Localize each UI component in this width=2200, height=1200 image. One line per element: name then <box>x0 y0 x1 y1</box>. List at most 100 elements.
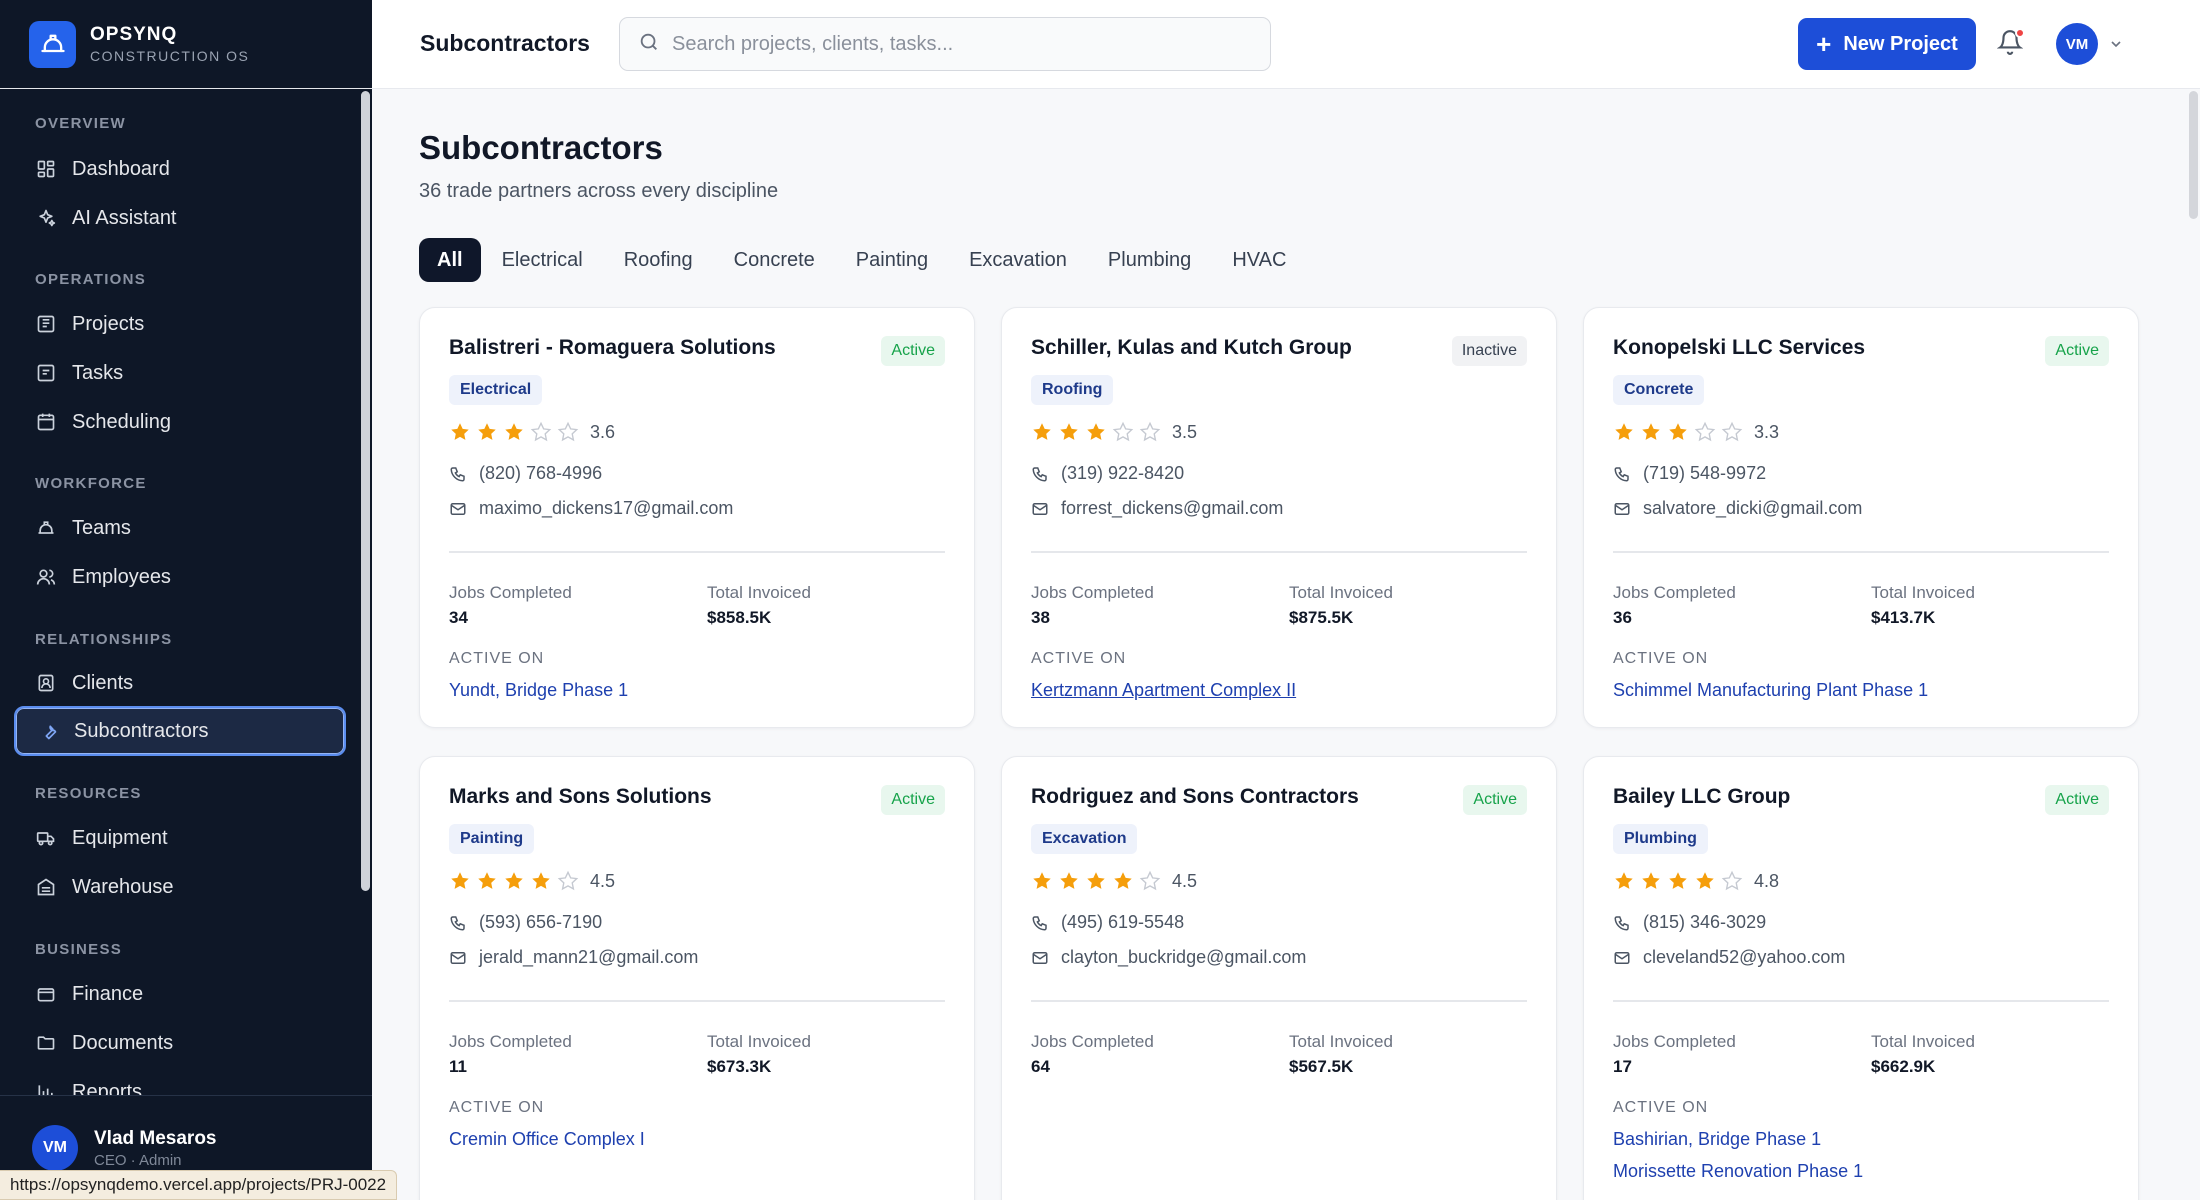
sidebar-item-teams[interactable]: Teams <box>14 503 346 553</box>
user-name: Vlad Mesaros <box>94 1127 217 1149</box>
email-address[interactable]: salvatore_dicki@gmail.com <box>1643 498 1862 519</box>
sidebar-item-tasks[interactable]: Tasks <box>14 348 346 398</box>
sidebar-item-subcontractors[interactable]: Subcontractors <box>14 706 346 756</box>
active-on-label: ACTIVE ON <box>449 1099 545 1116</box>
jobs-completed-value: 38 <box>1031 608 1050 627</box>
sidebar-item-label: Projects <box>72 312 145 335</box>
brand[interactable]: OPSYNQ CONSTRUCTION OS <box>0 0 372 89</box>
main-scrollbar[interactable] <box>2189 91 2198 219</box>
email-row: jerald_mann21@gmail.com <box>449 947 698 968</box>
account-avatar[interactable]: VM <box>2056 23 2098 65</box>
email-address[interactable]: maximo_dickens17@gmail.com <box>479 498 733 519</box>
search-input[interactable] <box>672 32 1232 56</box>
sidebar-item-label: AI Assistant <box>72 206 177 229</box>
subcontractor-card[interactable]: Rodriguez and Sons Contractors Active Ex… <box>1001 756 1557 1200</box>
active-project-link[interactable]: Kertzmann Apartment Complex II <box>1031 680 1296 701</box>
active-on-label: ACTIVE ON <box>1613 650 1709 667</box>
tab-electrical[interactable]: Electrical <box>482 238 603 282</box>
sidebar-item-projects[interactable]: Projects <box>14 299 346 349</box>
jobs-completed-value: 34 <box>449 608 468 627</box>
card-divider <box>1613 551 2109 553</box>
subcontractor-card[interactable]: Marks and Sons Solutions Active Painting… <box>419 756 975 1200</box>
active-on-label: ACTIVE ON <box>1031 650 1127 667</box>
tab-plumbing[interactable]: Plumbing <box>1088 238 1211 282</box>
sidebar-item-documents[interactable]: Documents <box>14 1018 346 1068</box>
active-project-link[interactable]: Morissette Renovation Phase 1 <box>1613 1161 1863 1182</box>
phone-number[interactable]: (719) 548-9972 <box>1643 463 1766 484</box>
active-project-link[interactable]: Schimmel Manufacturing Plant Phase 1 <box>1613 680 1928 701</box>
sidebar-item-reports[interactable]: Reports <box>14 1067 346 1095</box>
phone-number[interactable]: (815) 346-3029 <box>1643 912 1766 933</box>
rating-value: 3.6 <box>590 421 616 442</box>
subcontractor-card[interactable]: Konopelski LLC Services Active Concrete … <box>1583 307 2139 728</box>
sidebar-item-label: Tasks <box>72 361 124 384</box>
subcontractor-name[interactable]: Marks and Sons Solutions <box>449 785 712 809</box>
star-icon <box>1721 870 1748 892</box>
sidebar-item-employees[interactable]: Employees <box>14 552 346 602</box>
jobs-completed-value: 17 <box>1613 1057 1632 1076</box>
star-icon <box>1112 870 1139 892</box>
search-box[interactable] <box>619 17 1271 71</box>
star-icon <box>1694 421 1721 443</box>
rating: 4.8 <box>1613 870 1779 892</box>
tab-roofing[interactable]: Roofing <box>604 238 713 282</box>
email-row: cleveland52@yahoo.com <box>1613 947 1845 968</box>
active-on-label: ACTIVE ON <box>1613 1099 1709 1116</box>
star-icon <box>1139 870 1166 892</box>
phone-icon <box>1031 465 1061 483</box>
card-divider <box>449 1000 945 1002</box>
rating: 3.5 <box>1031 421 1197 443</box>
sidebar-item-clients[interactable]: Clients <box>14 658 346 708</box>
sidebar-item-warehouse[interactable]: Warehouse <box>14 862 346 912</box>
notifications-button[interactable] <box>1996 28 2025 58</box>
phone-number[interactable]: (495) 619-5548 <box>1061 912 1184 933</box>
subcontractor-name[interactable]: Rodriguez and Sons Contractors <box>1031 785 1359 809</box>
section-label-overview: OVERVIEW <box>35 114 126 132</box>
subcontractor-name[interactable]: Schiller, Kulas and Kutch Group <box>1031 336 1352 360</box>
tab-painting[interactable]: Painting <box>836 238 948 282</box>
phone-number[interactable]: (593) 656-7190 <box>479 912 602 933</box>
active-project-link[interactable]: Yundt, Bridge Phase 1 <box>449 680 628 701</box>
active-on-label: ACTIVE ON <box>449 650 545 667</box>
email-address[interactable]: clayton_buckridge@gmail.com <box>1061 947 1306 968</box>
star-icon <box>503 870 530 892</box>
rating-value: 4.5 <box>1172 870 1198 891</box>
subcontractor-card[interactable]: Schiller, Kulas and Kutch Group Inactive… <box>1001 307 1557 728</box>
tab-hvac[interactable]: HVAC <box>1212 238 1306 282</box>
sidebar-item-equipment[interactable]: Equipment <box>14 813 346 863</box>
subcontractor-name[interactable]: Konopelski LLC Services <box>1613 336 1865 360</box>
sidebar-item-scheduling[interactable]: Scheduling <box>14 397 346 447</box>
email-address[interactable]: jerald_mann21@gmail.com <box>479 947 698 968</box>
phone-number[interactable]: (319) 922-8420 <box>1061 463 1184 484</box>
users-icon <box>35 566 57 588</box>
new-project-button[interactable]: + New Project <box>1798 18 1976 70</box>
subcontractor-card[interactable]: Balistreri - Romaguera Solutions Active … <box>419 307 975 728</box>
subcontractor-name[interactable]: Bailey LLC Group <box>1613 785 1790 809</box>
tab-concrete[interactable]: Concrete <box>714 238 835 282</box>
star-icon <box>1031 421 1058 443</box>
status-badge: Inactive <box>1451 336 1527 366</box>
sidebar-item-ai-assistant[interactable]: AI Assistant <box>14 193 346 243</box>
sidebar-item-finance[interactable]: Finance <box>14 969 346 1019</box>
chevron-down-icon[interactable] <box>2108 36 2124 57</box>
star-icon <box>1667 870 1694 892</box>
subcontractor-name[interactable]: Balistreri - Romaguera Solutions <box>449 336 776 360</box>
subcontractor-card[interactable]: Bailey LLC Group Active Plumbing 4.8 (81… <box>1583 756 2139 1200</box>
star-icon <box>530 421 557 443</box>
star-icon <box>1031 870 1058 892</box>
active-project-link[interactable]: Bashirian, Bridge Phase 1 <box>1613 1129 1821 1150</box>
dashboard-icon <box>35 158 57 180</box>
rating-value: 3.3 <box>1754 421 1780 442</box>
phone-number[interactable]: (820) 768-4996 <box>479 463 602 484</box>
sidebar-scrollbar[interactable] <box>361 91 370 891</box>
folder-icon <box>35 1032 57 1054</box>
rating-value: 4.5 <box>590 870 616 891</box>
sidebar-item-dashboard[interactable]: Dashboard <box>14 144 346 194</box>
active-project-link[interactable]: Cremin Office Complex I <box>449 1129 645 1150</box>
email-address[interactable]: forrest_dickens@gmail.com <box>1061 498 1283 519</box>
tab-excavation[interactable]: Excavation <box>949 238 1087 282</box>
tab-all[interactable]: All <box>419 238 481 282</box>
star-icon <box>449 421 476 443</box>
email-address[interactable]: cleveland52@yahoo.com <box>1643 947 1845 968</box>
star-icon <box>1613 870 1640 892</box>
